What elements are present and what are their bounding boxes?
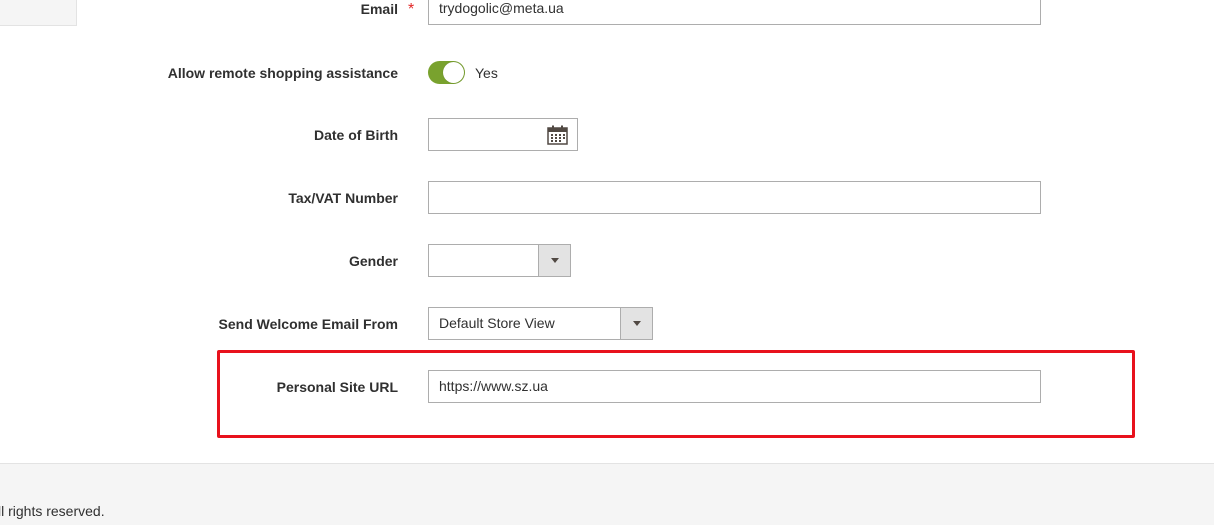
gender-dropdown-button[interactable] xyxy=(538,245,570,276)
page-footer: ll rights reserved. xyxy=(0,463,1214,525)
remote-assistance-toggle[interactable] xyxy=(428,61,465,84)
chevron-down-icon xyxy=(633,321,641,326)
calendar-icon[interactable] xyxy=(547,125,568,145)
personal-site-url-field[interactable]: https://www.sz.ua xyxy=(428,370,1041,403)
email-label: Email xyxy=(360,1,398,17)
chevron-down-icon xyxy=(551,258,559,263)
welcome-email-selected-value: Default Store View xyxy=(439,315,555,331)
welcome-email-from-select[interactable]: Default Store View xyxy=(428,307,653,340)
dob-field[interactable] xyxy=(428,118,578,151)
copyright-text: ll rights reserved. xyxy=(0,503,105,519)
welcome-email-dropdown-button[interactable] xyxy=(620,308,652,339)
dob-label: Date of Birth xyxy=(314,127,398,143)
gender-label: Gender xyxy=(348,253,398,269)
email-field[interactable]: trydogolic@meta.ua xyxy=(428,0,1041,25)
gender-select[interactable] xyxy=(428,244,571,277)
side-panel-tab xyxy=(0,0,77,26)
personal-site-url-label: Personal Site URL xyxy=(276,379,398,395)
taxvat-field[interactable] xyxy=(428,181,1041,214)
required-mark: * xyxy=(408,1,415,18)
remote-assistance-label: Allow remote shopping assistance xyxy=(167,65,398,81)
taxvat-label: Tax/VAT Number xyxy=(288,190,398,206)
welcome-email-from-label: Send Welcome Email From xyxy=(218,316,398,332)
toggle-knob xyxy=(443,62,464,83)
toggle-state-label: Yes xyxy=(475,65,498,81)
